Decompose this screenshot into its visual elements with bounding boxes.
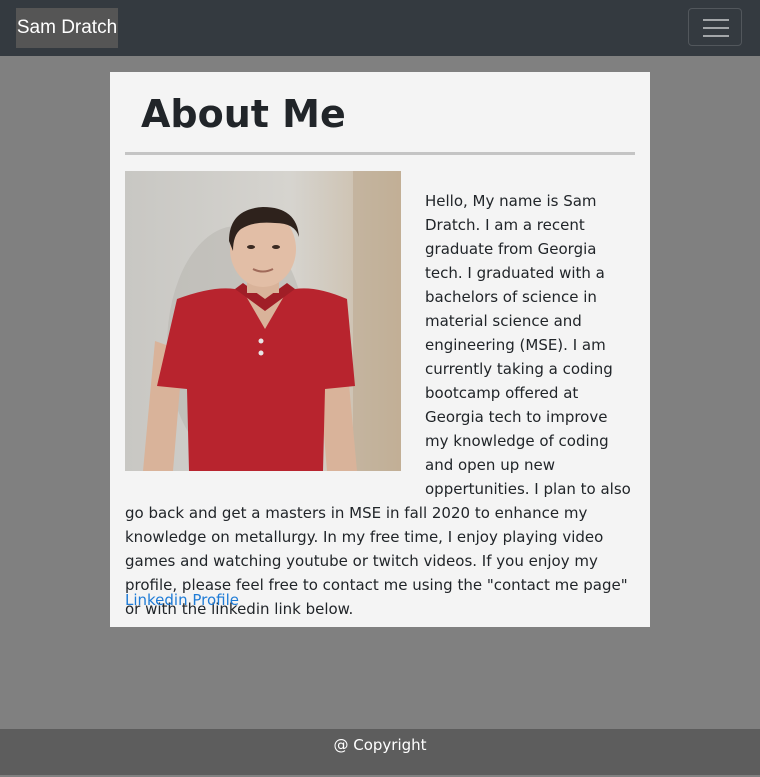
linkedin-profile-link[interactable]: Linkedin Profile: [125, 588, 239, 612]
about-card: About Me Hello, My name is Sam Dratch. I…: [110, 72, 650, 627]
title-divider: [125, 152, 635, 155]
copyright-text: @ Copyright: [333, 736, 427, 754]
page-title: About Me: [141, 92, 346, 136]
navbar-toggle-button[interactable]: [688, 8, 742, 46]
about-content: Hello, My name is Sam Dratch. I am a rec…: [125, 171, 635, 621]
footer: @ Copyright: [0, 729, 760, 775]
hamburger-menu-icon: [703, 19, 729, 37]
profile-photo: [125, 171, 401, 471]
navbar: Sam Dratch: [0, 0, 760, 56]
brand-link[interactable]: Sam Dratch: [16, 8, 118, 48]
